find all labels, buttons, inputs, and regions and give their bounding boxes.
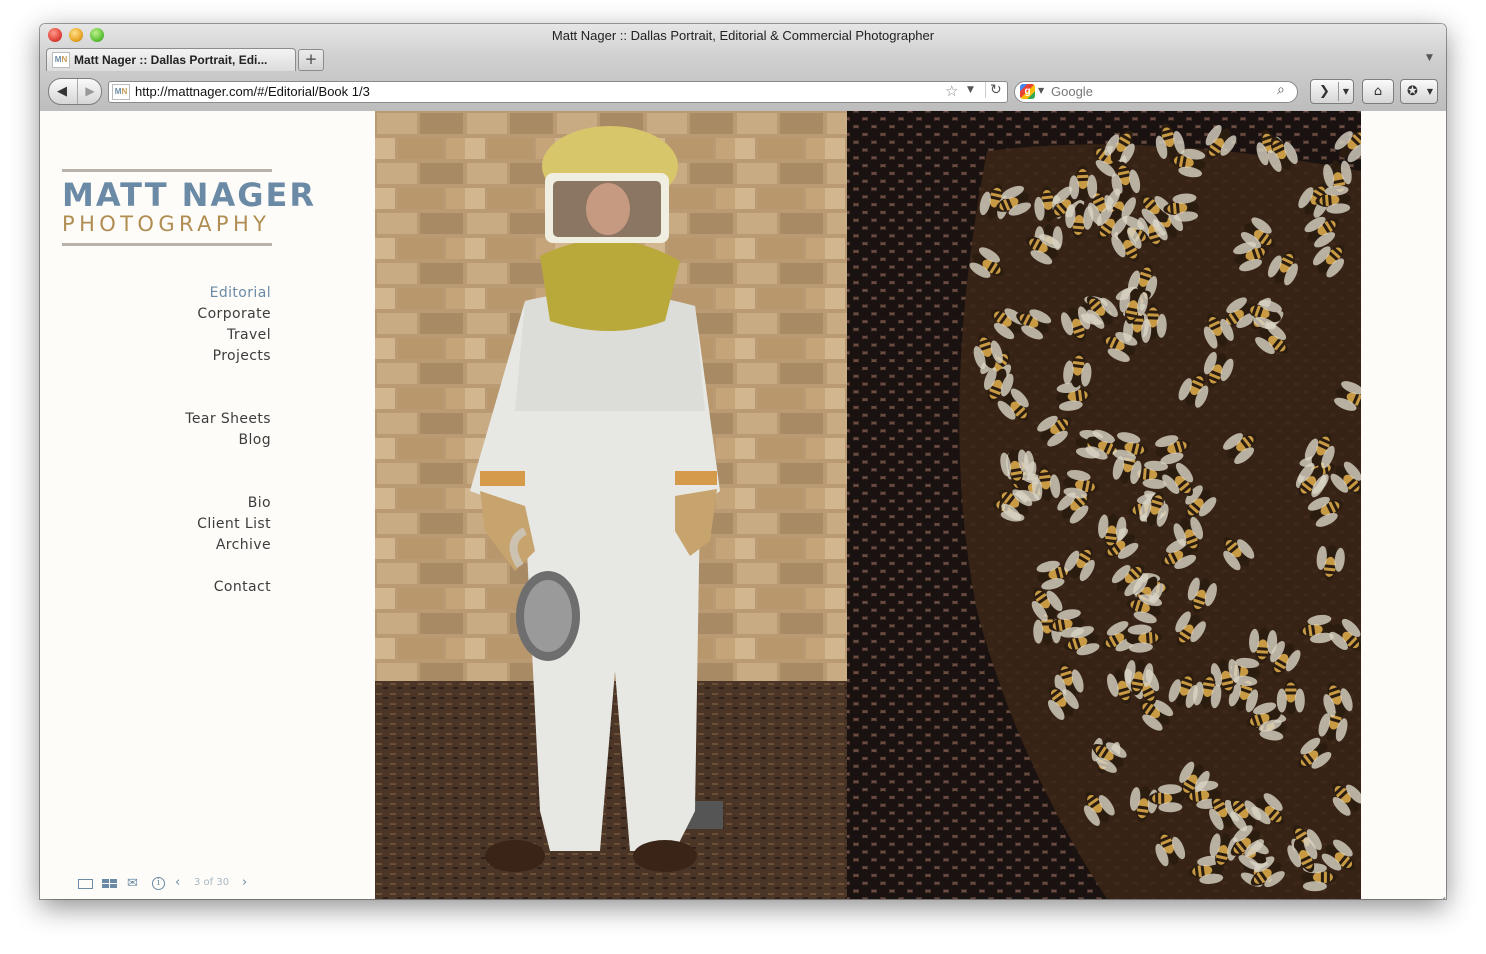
nav-editorial[interactable]: Editorial [185, 283, 271, 304]
reload-icon[interactable]: ↻ [985, 82, 1002, 98]
search-placeholder[interactable]: Google [1051, 84, 1093, 99]
window-title: Matt Nager :: Dallas Portrait, Editorial… [551, 28, 935, 43]
bookmarks-menu-button[interactable]: ❯ ▼ [1310, 79, 1354, 104]
forward-button[interactable]: ▶ [77, 79, 102, 104]
chevron-right-icon: ❯ [1319, 84, 1330, 99]
back-button[interactable]: ◀ [49, 79, 75, 104]
dropdown-arrow-icon: ▼ [1426, 87, 1433, 96]
search-engine-dropdown-icon[interactable]: ▼ [1038, 86, 1044, 95]
nav-bio[interactable]: Bio [185, 493, 271, 514]
site-favicon-icon: MN [52, 52, 70, 68]
resize-grip-icon[interactable] [1433, 886, 1446, 899]
logo-rule-bottom [62, 243, 272, 246]
site-logo[interactable]: MATT NAGER PHOTOGRAPHY [62, 169, 316, 246]
site-identity-icon[interactable]: MN [112, 84, 130, 100]
back-forward-group: ◀ ▶ [48, 78, 102, 105]
addon-icon: ✪ [1407, 84, 1418, 99]
bookmark-star-icon[interactable]: ☆ [945, 82, 958, 100]
nav-travel[interactable]: Travel [185, 325, 271, 346]
navigation-toolbar: ◀ ▶ MN http://mattnager.com/#/Editorial/… [40, 71, 1446, 111]
site-navigation: Editorial Corporate Travel Projects Tear… [185, 283, 271, 598]
dropdown-arrow-icon: ▼ [1342, 87, 1349, 96]
nav-projects[interactable]: Projects [185, 346, 271, 367]
tab-list-arrow-icon[interactable]: ▼ [1426, 53, 1433, 63]
new-tab-button[interactable]: + [298, 49, 324, 71]
google-logo-icon[interactable]: g [1020, 84, 1035, 99]
history-dropdown-icon[interactable]: ▼ [967, 85, 974, 95]
thumbnail-grid-icon[interactable] [102, 879, 118, 889]
nav-corporate[interactable]: Corporate [185, 304, 271, 325]
previous-arrow-icon[interactable]: ‹ [175, 875, 180, 890]
nav-contact[interactable]: Contact [185, 577, 271, 598]
photo-beekeeper-portrait[interactable] [375, 111, 847, 899]
nav-tear-sheets[interactable]: Tear Sheets [185, 409, 271, 430]
single-view-icon[interactable] [78, 879, 93, 889]
nav-client-list[interactable]: Client List [185, 514, 271, 535]
photo-honeybees-on-comb[interactable] [847, 111, 1361, 899]
home-button[interactable]: ⌂ [1362, 79, 1394, 104]
nav-archive[interactable]: Archive [185, 535, 271, 556]
logo-tagline: PHOTOGRAPHY [62, 212, 271, 236]
logo-rule-top [62, 169, 272, 172]
search-icon[interactable]: ⌕ [1277, 82, 1285, 98]
page-content: MATT NAGER PHOTOGRAPHY Editorial Corpora… [40, 111, 1446, 899]
image-counter: 3 of 30 [194, 877, 230, 888]
address-bar[interactable]: MN http://mattnager.com/#/Editorial/Book… [108, 81, 1008, 103]
nav-blog[interactable]: Blog [185, 430, 271, 451]
tab-label: Matt Nager :: Dallas Portrait, Edi... [74, 53, 268, 67]
browser-tab[interactable]: MN Matt Nager :: Dallas Portrait, Edi... [46, 48, 296, 71]
home-icon: ⌂ [1373, 84, 1383, 99]
browser-chrome: Matt Nager :: Dallas Portrait, Editorial… [40, 24, 1446, 112]
search-bar[interactable]: g ▼ Google ⌕ [1014, 81, 1298, 103]
url-text[interactable]: http://mattnager.com/#/Editorial/Book 1/… [135, 84, 370, 99]
info-icon[interactable]: i [152, 877, 165, 890]
email-share-icon[interactable]: ✉ [127, 877, 138, 890]
next-arrow-icon[interactable]: › [242, 875, 247, 890]
browser-window: Matt Nager :: Dallas Portrait, Editorial… [40, 24, 1446, 899]
logo-name: MATT NAGER [62, 176, 316, 214]
sidebar: MATT NAGER PHOTOGRAPHY Editorial Corpora… [40, 111, 375, 899]
addon-button[interactable]: ✪ ▼ [1400, 79, 1438, 104]
